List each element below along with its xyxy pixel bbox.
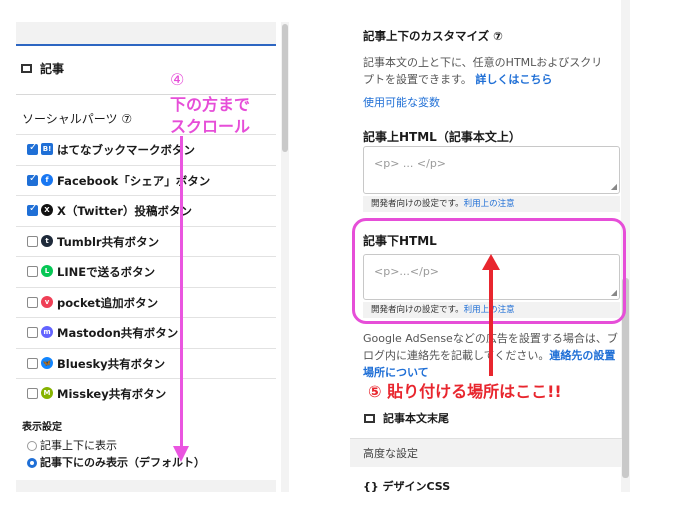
upper-dev-note: 開発者向けの設定です。利用上の注意: [363, 196, 620, 212]
bluesky-icon: 🦋: [41, 356, 53, 369]
social-item-row[interactable]: X X（Twitter）投稿ボタン: [16, 195, 276, 225]
display-settings-label: 表示設定: [22, 422, 62, 433]
upper-html-textarea[interactable]: <p> ... </p> ◢: [363, 146, 620, 194]
pocket-icon: v: [41, 295, 53, 308]
social-item-checkbox[interactable]: [27, 173, 38, 186]
annotation-up-arrow-shaft: [489, 266, 493, 376]
annotation-up-arrow-head: [482, 254, 500, 270]
design-css-label[interactable]: {} デザインCSS: [363, 478, 450, 494]
available-variables-link[interactable]: 使用可能な変数: [363, 94, 440, 110]
left-panel-header-strip: [16, 22, 276, 46]
social-item-row[interactable]: 🦋 Bluesky共有ボタン: [16, 347, 276, 378]
resize-grip-icon[interactable]: ◢: [611, 182, 617, 191]
social-item-label[interactable]: Bluesky共有ボタン: [57, 356, 165, 372]
social-item-checkbox[interactable]: [27, 266, 38, 277]
usage-notes-link[interactable]: 利用上の注意: [464, 199, 515, 209]
advanced-settings-label[interactable]: 高度な設定: [363, 445, 418, 461]
social-item-checkbox[interactable]: [27, 296, 38, 308]
social-item-checkbox[interactable]: [27, 357, 38, 369]
social-item-label[interactable]: LINEで送るボタン: [57, 264, 155, 280]
annotation-step-4-number: ④: [170, 70, 185, 89]
upper-html-placeholder: <p> ... </p>: [374, 157, 447, 170]
social-parts-title: ソーシャルパーツ ⑦: [22, 112, 133, 126]
social-item-row[interactable]: m Mastodon共有ボタン: [16, 317, 276, 347]
social-item-label[interactable]: Tumblr共有ボタン: [57, 234, 159, 250]
social-item-row[interactable]: v pocket追加ボタン: [16, 286, 276, 317]
article-section-title: 記事: [40, 62, 65, 76]
left-scrollbar-thumb[interactable]: [282, 24, 288, 152]
tumblr-icon: t: [41, 234, 53, 247]
radio-top-bottom[interactable]: [27, 441, 37, 451]
social-item-row[interactable]: B! はてなブックマークボタン: [16, 134, 276, 164]
social-item-row[interactable]: f Facebook「シェア」ボタン: [16, 164, 276, 195]
social-item-row[interactable]: t Tumblr共有ボタン: [16, 225, 276, 256]
upper-html-label: 記事上HTML（記事本文上）: [363, 130, 521, 144]
article-section-icon: [21, 64, 32, 73]
social-item-checkbox[interactable]: [27, 142, 38, 155]
social-item-row[interactable]: L LINEで送るボタン: [16, 256, 276, 286]
social-item-label[interactable]: pocket追加ボタン: [57, 295, 158, 311]
social-item-label[interactable]: X（Twitter）投稿ボタン: [57, 203, 192, 219]
social-item-label[interactable]: Facebook「シェア」ボタン: [57, 173, 210, 189]
social-item-label[interactable]: Misskey共有ボタン: [57, 386, 166, 402]
article-tail-section-title: 記事本文末尾: [383, 412, 449, 425]
annotation-paste-here-text: ⑤ 貼り付ける場所はここ!!: [368, 382, 562, 401]
social-item-checkbox[interactable]: [27, 235, 38, 247]
details-link[interactable]: 詳しくはこちら: [475, 73, 552, 86]
annotation-down-arrow-head: [173, 446, 189, 462]
line-icon: L: [41, 265, 53, 277]
mastodon-icon: m: [41, 326, 53, 338]
annotation-down-arrow-shaft: [180, 136, 183, 454]
customize-section-title: 記事上下のカスタマイズ ⑦: [363, 29, 503, 43]
misskey-icon: M: [41, 387, 53, 399]
article-tail-section-icon: [364, 414, 375, 423]
radio-bottom-only[interactable]: [27, 458, 37, 468]
dev-note-text: 開発者向けの設定です。: [371, 199, 464, 209]
left-panel-footer: [16, 480, 276, 492]
social-item-label[interactable]: はてなブックマークボタン: [57, 142, 195, 158]
customize-description: 記事本文の上と下に、任意のHTMLおよびスクリプトを設置できます。 詳しくはこち…: [363, 54, 613, 88]
social-item-label[interactable]: Mastodon共有ボタン: [57, 325, 178, 341]
x-icon: X: [41, 204, 53, 216]
facebook-icon: f: [41, 173, 53, 186]
social-item-row[interactable]: M Misskey共有ボタン: [16, 378, 276, 408]
social-item-checkbox[interactable]: [27, 327, 38, 338]
annotation-scroll-down-text: 下の方まで スクロール: [169, 95, 250, 136]
radio-top-bottom-label[interactable]: 記事上下に表示: [40, 437, 117, 453]
social-item-checkbox[interactable]: [27, 203, 38, 216]
social-item-checkbox[interactable]: [27, 388, 38, 399]
hatena-icon: B!: [41, 143, 53, 155]
